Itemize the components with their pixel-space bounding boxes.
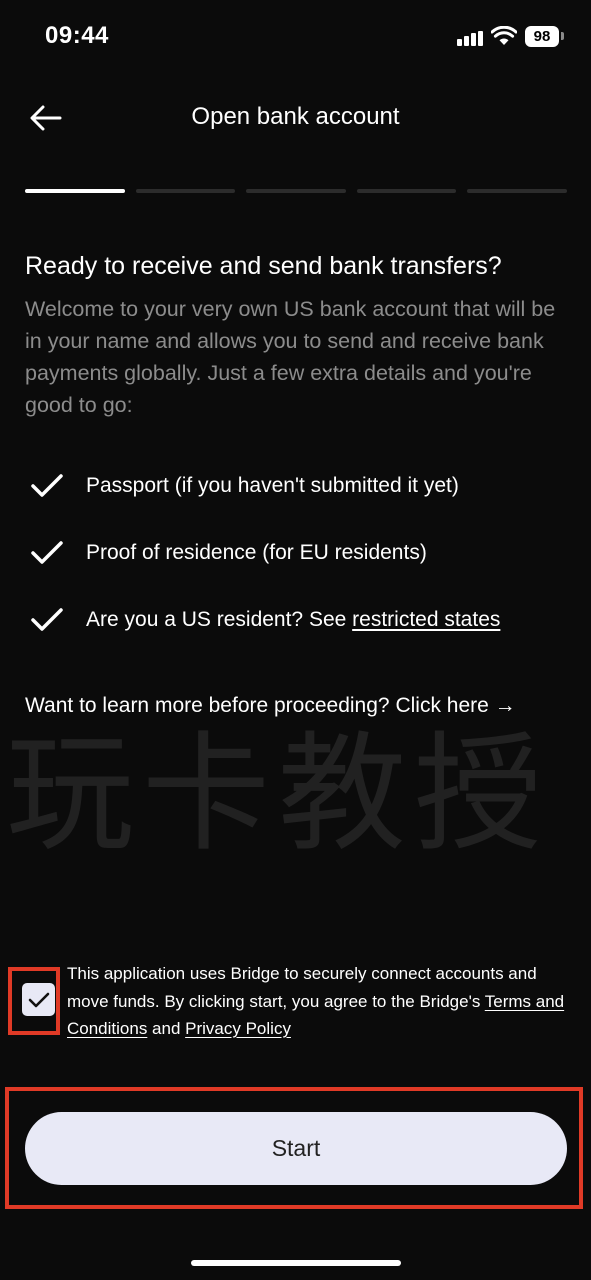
battery-icon: 98 [525,26,559,47]
progress-step-3 [246,189,346,193]
requirement-text: Are you a US resident? See [86,608,353,631]
status-time: 09:44 [45,22,109,49]
click-here-link[interactable]: Click here → [395,694,515,717]
arrow-left-icon [30,105,62,131]
checkmark-icon [31,541,63,564]
page-title: Open bank account [191,103,400,130]
start-button[interactable]: Start [25,1112,567,1185]
progress-step-5 [467,189,567,193]
consent-checkbox[interactable] [22,983,55,1016]
learn-more-row: Want to learn more before proceeding? Cl… [25,694,516,718]
requirement-label: Passport (if you haven't submitted it ye… [86,474,459,497]
checkmark-icon [28,992,49,1007]
wifi-icon [490,25,518,46]
learn-more-question: Want to learn more before proceeding? [25,694,390,717]
requirement-item: Proof of residence (for EU residents) [30,533,570,573]
status-bar: 09:44 98 [0,0,591,76]
progress-stepper [25,189,567,193]
requirement-item: Passport (if you haven't submitted it ye… [30,466,570,506]
consent-body: This application uses Bridge to securely… [67,964,537,1011]
section-heading: Ready to receive and send bank transfers… [25,252,502,280]
requirement-label: Proof of residence (for EU residents) [86,541,427,564]
consent-text: This application uses Bridge to securely… [67,960,577,1043]
home-indicator[interactable] [191,1260,401,1266]
battery-tip [561,32,564,40]
intro-text: Welcome to your very own US bank account… [25,297,556,417]
privacy-policy-link[interactable]: Privacy Policy [185,1019,291,1038]
back-button[interactable] [26,98,66,138]
progress-step-2 [135,189,236,193]
consent-and: and [147,1019,186,1038]
progress-step-1 [25,189,125,193]
progress-step-4 [356,189,457,193]
requirement-item: Are you a US resident? See restricted st… [30,600,570,640]
cellular-signal-icon [457,31,485,46]
checkmark-icon [31,608,63,631]
checkmark-icon [31,474,63,497]
requirement-label: Are you a US resident? See restricted st… [86,608,500,632]
restricted-states-link[interactable]: restricted states [352,608,500,631]
